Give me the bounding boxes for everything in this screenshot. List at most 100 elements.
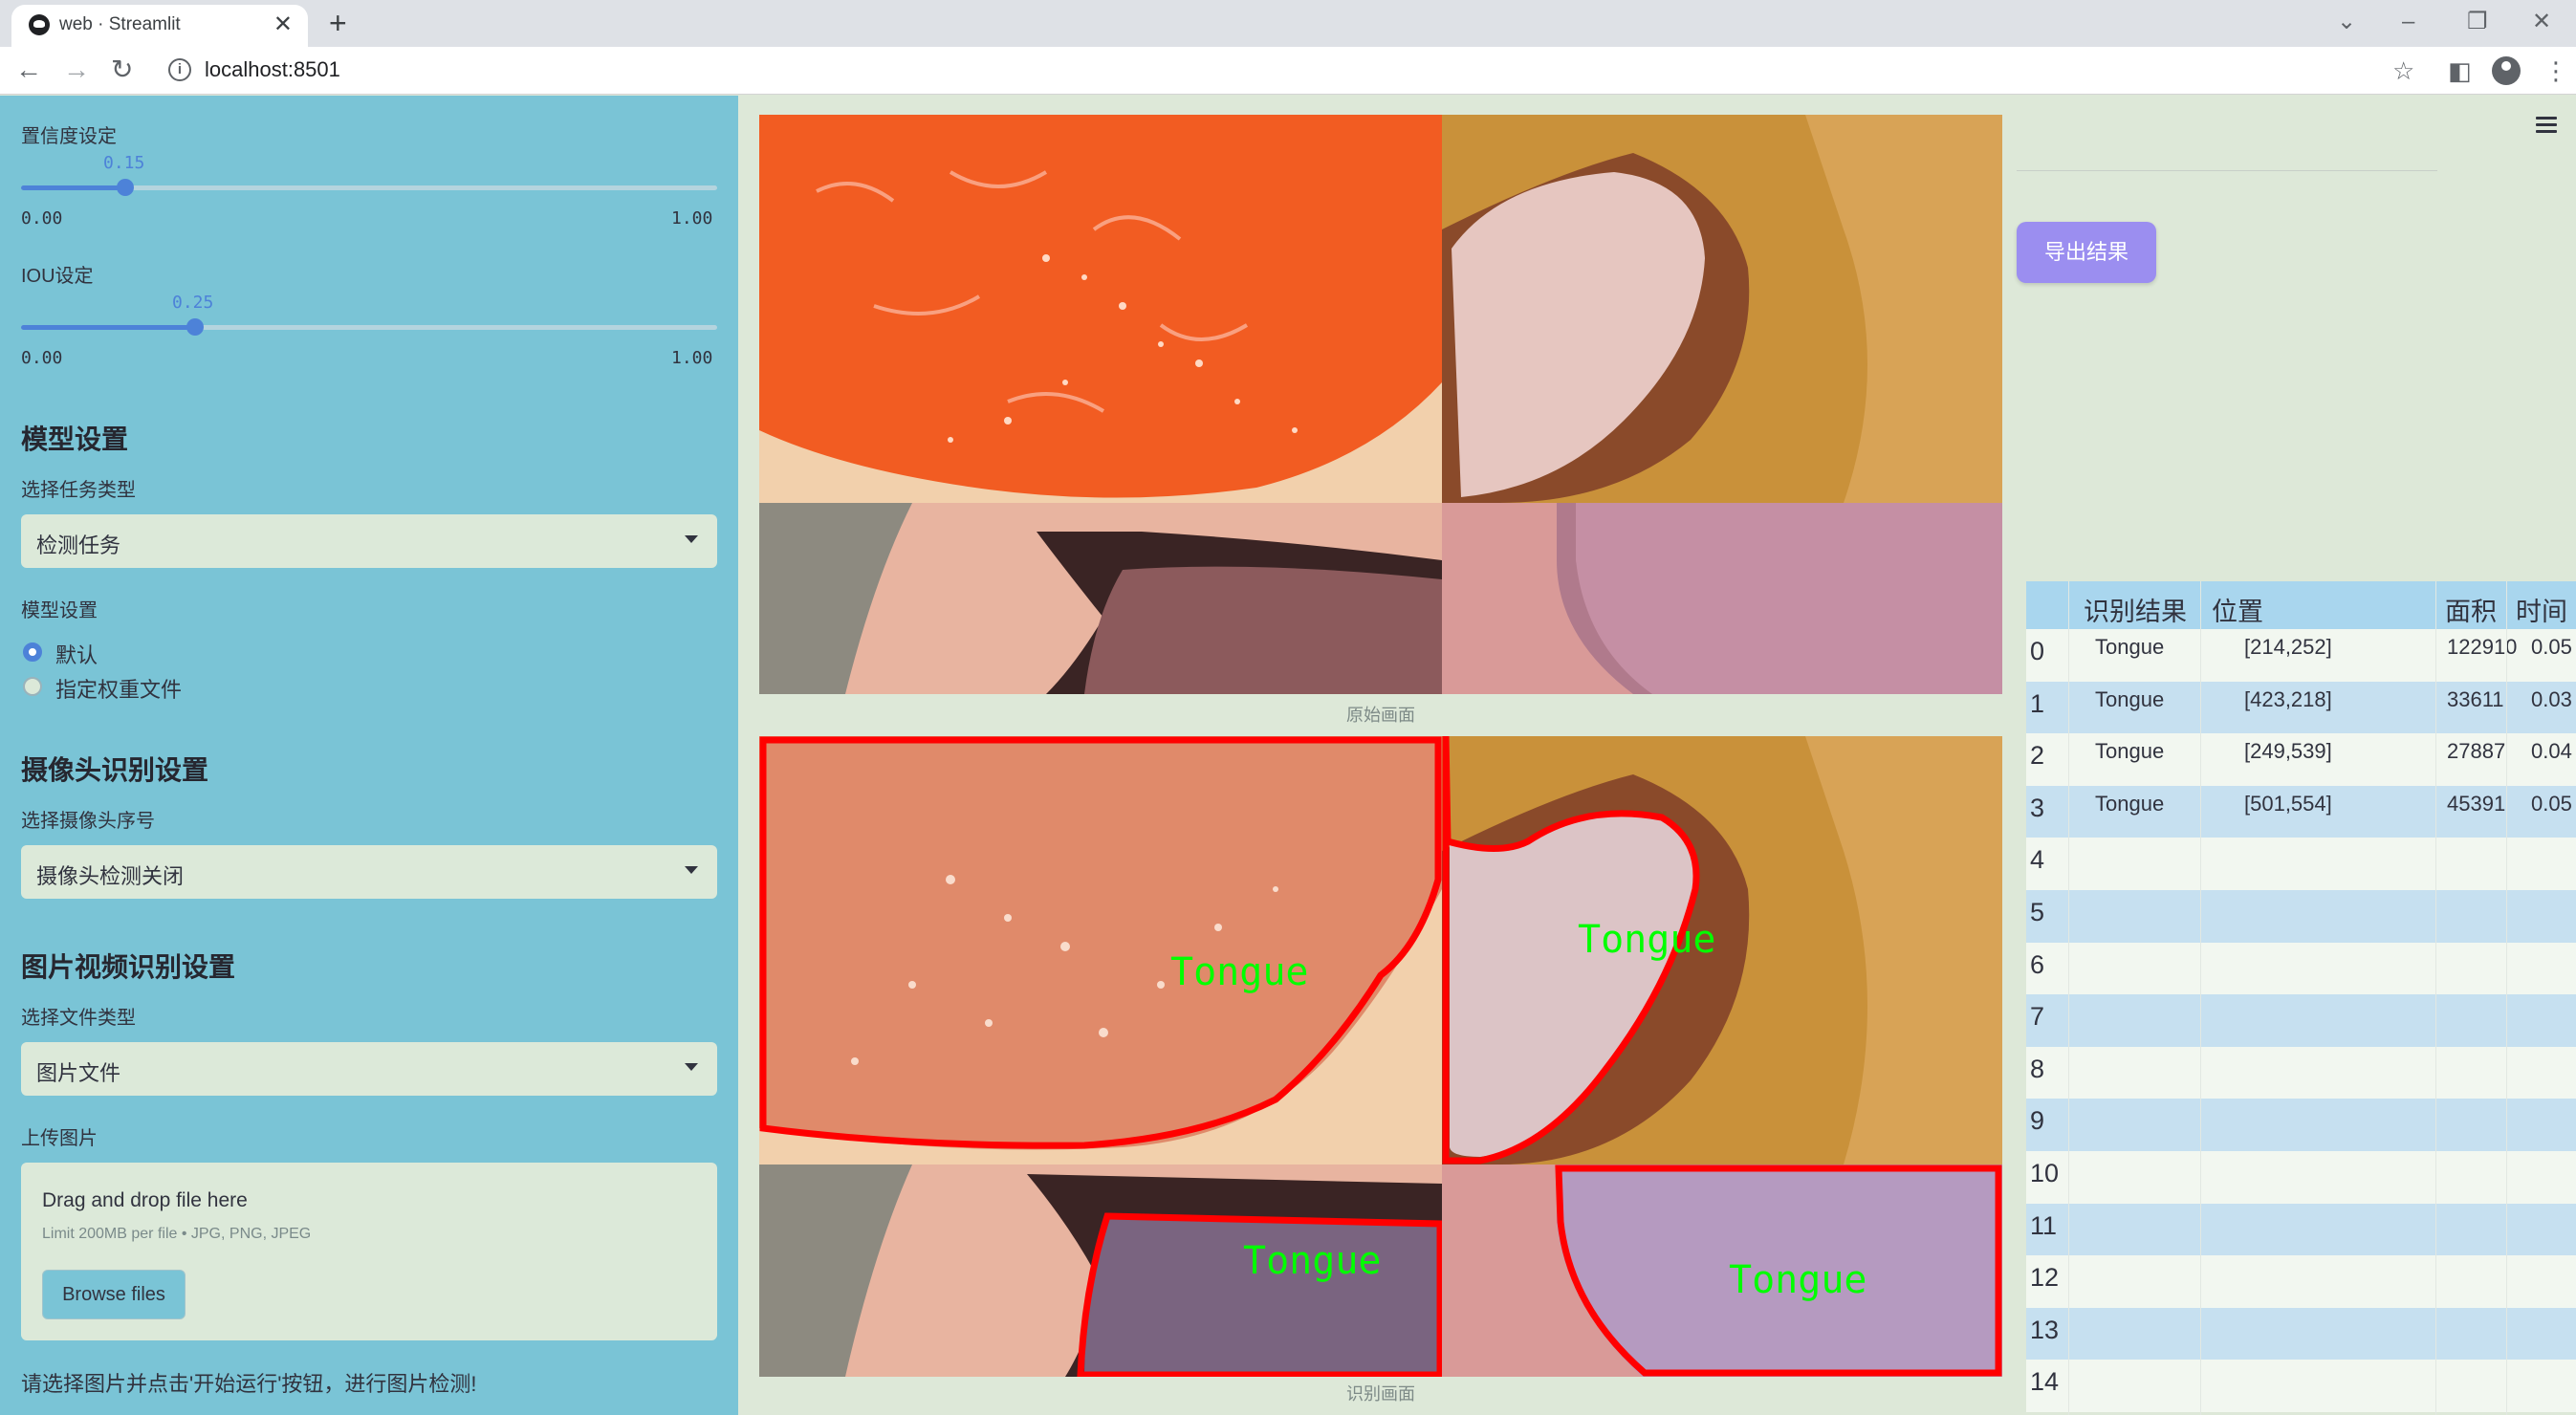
model-setting-label: 模型设置: [21, 600, 98, 621]
forward-icon[interactable]: →: [63, 53, 90, 87]
row-index: 14: [2030, 1367, 2060, 1397]
row-index: 6: [2030, 949, 2045, 979]
header-position[interactable]: 位置: [2212, 591, 2263, 628]
header-time[interactable]: 时间: [2516, 591, 2567, 628]
side-panel-icon[interactable]: ◧: [2448, 54, 2472, 87]
result-image: Tongue Tongue Tongue Tongue: [759, 736, 2002, 1377]
hamburger-menu-icon[interactable]: [2536, 117, 2557, 134]
back-icon[interactable]: ←: [15, 53, 42, 87]
results-table[interactable]: 识别结果 位置 面积 时间 0 Tongue [214,252] 12 2 9 10 0.05…: [2026, 581, 2576, 1415]
upload-label: 上传图片: [21, 1128, 98, 1149]
radio-default[interactable]: [23, 642, 42, 662]
original-tile-4: [1442, 503, 2002, 694]
original-caption: 原始画面: [1346, 706, 1415, 725]
cell-result: Tongue: [2095, 686, 2165, 711]
confidence-value: 0.15: [103, 153, 145, 173]
row-index: 13: [2030, 1315, 2060, 1344]
bookmark-star-icon[interactable]: ☆: [2392, 54, 2414, 87]
column-divider: [2435, 581, 2436, 1415]
streamlit-favicon-icon: [29, 14, 50, 35]
table-header: 识别结果 位置 面积 时间: [2026, 581, 2576, 629]
chevron-down-icon[interactable]: ⌄: [2337, 6, 2356, 38]
close-icon[interactable]: ✕: [273, 11, 293, 39]
task-type-select[interactable]: 检测任务: [21, 514, 717, 568]
file-type-value: 图片文件: [36, 1061, 121, 1085]
camera-select[interactable]: 摄像头检测关闭: [21, 845, 717, 899]
detection-label-1: Tongue: [1170, 950, 1309, 994]
browse-files-button[interactable]: Browse files: [42, 1270, 186, 1319]
export-results-button[interactable]: 导出结果: [2017, 222, 2156, 283]
instruction-text: 请选择图片并点击'开始运行'按钮，进行图片检测!: [21, 1372, 477, 1396]
table-row[interactable]: 6: [2026, 942, 2576, 995]
cell-result: Tongue: [2095, 739, 2165, 764]
confidence-slider-thumb[interactable]: [117, 179, 135, 196]
row-index: 1: [2030, 688, 2045, 718]
chevron-down-icon: [685, 535, 698, 543]
cell-area: 45391: [2447, 791, 2506, 816]
cell-position: [214,252]: [2244, 635, 2332, 659]
table-row[interactable]: 11: [2026, 1203, 2576, 1256]
confidence-max: 1.00: [671, 208, 713, 229]
reload-icon[interactable]: ↻: [111, 53, 133, 87]
original-image: [759, 115, 2002, 694]
task-type-value: 检测任务: [36, 533, 121, 557]
header-area[interactable]: 面积: [2445, 591, 2497, 628]
site-info-icon[interactable]: i: [168, 58, 191, 81]
cell-time: 0.05: [2531, 791, 2572, 816]
table-row[interactable]: 13: [2026, 1307, 2576, 1361]
browser-toolbar: ← → ↻ i localhost:8501 ☆ ◧ ⋮: [0, 47, 2576, 95]
confidence-min: 0.00: [21, 208, 63, 229]
table-row[interactable]: 2 Tongue [249,539] 27887 0.04: [2026, 733, 2576, 787]
table-row[interactable]: 0 Tongue [214,252] 122910 0.05: [2026, 629, 2576, 682]
radio-custom-weights-label: 指定权重文件: [55, 678, 183, 702]
file-type-label: 选择文件类型: [21, 1008, 136, 1029]
media-section-heading: 图片视频识别设置: [21, 952, 236, 982]
restore-icon[interactable]: ❐: [2467, 6, 2488, 38]
camera-index-label: 选择摄像头序号: [21, 811, 155, 832]
new-tab-icon[interactable]: +: [329, 4, 347, 42]
cell-position: [501,554]: [2244, 791, 2332, 816]
row-index: 3: [2030, 793, 2045, 822]
table-row[interactable]: 9: [2026, 1099, 2576, 1152]
table-row[interactable]: 14: [2026, 1360, 2576, 1413]
cell-time: 0.05: [2531, 635, 2572, 659]
tab-title: web · Streamlit: [59, 14, 181, 34]
iou-value: 0.25: [172, 293, 214, 313]
upload-title: Drag and drop file here: [42, 1189, 248, 1211]
table-row[interactable]: 8: [2026, 1046, 2576, 1099]
sidebar: 置信度设定 0.15 0.00 1.00 IOU设定 0.25 0.00 1.0…: [0, 96, 738, 1415]
original-tile-3: [759, 503, 1442, 694]
cell-result: Tongue: [2095, 791, 2165, 816]
iou-slider-thumb[interactable]: [186, 318, 204, 336]
table-row[interactable]: 12: [2026, 1255, 2576, 1309]
task-type-label: 选择任务类型: [21, 480, 136, 501]
row-index: 7: [2030, 1002, 2045, 1032]
address-bar[interactable]: localhost:8501: [205, 57, 340, 82]
table-row[interactable]: 5: [2026, 890, 2576, 943]
cell-position: [423,218]: [2244, 686, 2332, 711]
profile-avatar-icon[interactable]: [2492, 56, 2521, 85]
file-uploader-dropzone[interactable]: Drag and drop file here Limit 200MB per …: [21, 1163, 717, 1340]
table-row[interactable]: 1 Tongue [423,218] 33611 0.03: [2026, 681, 2576, 734]
table-row[interactable]: 10: [2026, 1151, 2576, 1204]
detection-label-2: Tongue: [1578, 918, 1716, 962]
camera-value: 摄像头检测关闭: [36, 864, 185, 888]
cell-position: [249,539]: [2244, 739, 2332, 764]
iou-max: 1.00: [671, 348, 713, 368]
window-close-icon[interactable]: ✕: [2532, 6, 2551, 38]
browser-tab[interactable]: web · Streamlit ✕: [11, 5, 308, 47]
original-tile-1: [759, 115, 1442, 503]
table-row[interactable]: 3 Tongue [501,554] 45391 0.05: [2026, 785, 2576, 838]
header-result[interactable]: 识别结果: [2084, 591, 2187, 628]
kebab-menu-icon[interactable]: ⋮: [2543, 54, 2568, 87]
table-row[interactable]: 7: [2026, 994, 2576, 1048]
table-row[interactable]: 4: [2026, 838, 2576, 891]
upload-limit: Limit 200MB per file • JPG, PNG, JPEG: [42, 1226, 312, 1242]
file-type-select[interactable]: 图片文件: [21, 1042, 717, 1096]
iou-slider[interactable]: [21, 318, 717, 336]
divider: [2017, 170, 2437, 171]
minimize-icon[interactable]: –: [2402, 6, 2414, 38]
confidence-label: 置信度设定: [21, 126, 117, 147]
confidence-slider[interactable]: [21, 179, 717, 196]
radio-custom-weights[interactable]: [23, 677, 42, 696]
